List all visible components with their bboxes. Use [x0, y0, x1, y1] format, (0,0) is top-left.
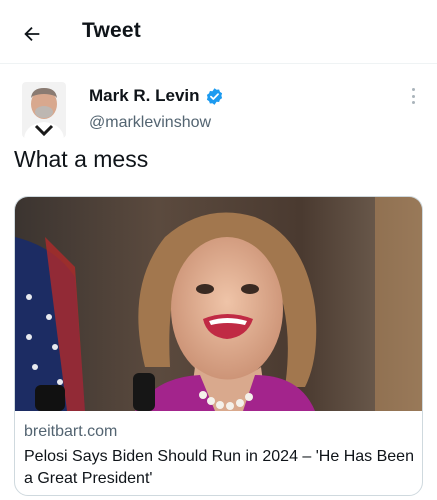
- card-title: Pelosi Says Biden Should Run in 2024 – '…: [24, 448, 414, 487]
- author-name-row[interactable]: Mark R. Levin: [89, 86, 224, 106]
- card-domain: breitbart.com: [24, 423, 118, 440]
- author-display-name[interactable]: Mark R. Levin: [89, 86, 200, 106]
- author-handle[interactable]: @marklevinshow: [89, 114, 211, 132]
- card-image[interactable]: [15, 197, 422, 411]
- link-preview-card[interactable]: breitbart.com Pelosi Says Biden Should R…: [14, 196, 423, 496]
- more-options-button[interactable]: [404, 86, 422, 106]
- avatar[interactable]: [22, 82, 66, 138]
- verified-badge-icon: [206, 87, 222, 105]
- arrow-left-icon: [24, 26, 40, 42]
- tweet-text: What a mess: [14, 146, 149, 172]
- page-title: Tweet: [82, 19, 141, 42]
- top-bar: Tweet: [0, 0, 437, 64]
- more-vertical-icon: [411, 88, 415, 91]
- back-button[interactable]: [14, 16, 50, 52]
